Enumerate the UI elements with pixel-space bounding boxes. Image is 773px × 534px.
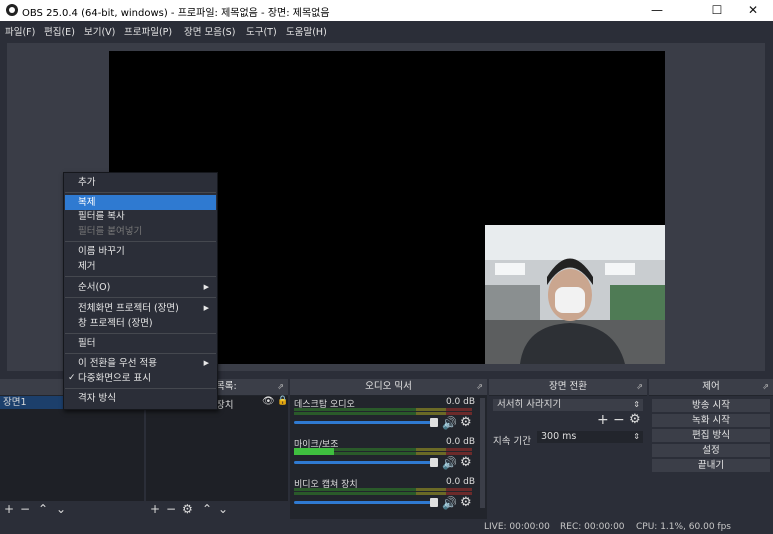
settings-button[interactable]: 설정 (652, 444, 770, 457)
volume-slider[interactable] (294, 498, 438, 507)
submenu-arrow-icon: ▶ (203, 359, 209, 367)
remove-source-button[interactable]: − (166, 502, 176, 516)
menu-item-copy-filters[interactable]: 필터를 복사 (65, 209, 216, 224)
gear-icon[interactable]: ⚙ (460, 455, 472, 470)
context-menu: 추가 복제 필터를 복사 필터를 붙여넣기 이름 바꾸기 제거 순서(O) ▶ 전… (63, 172, 218, 410)
menu-tools[interactable]: 도구(T) (246, 24, 277, 38)
mixer-channel: 데스크탑 오디오 0.0 dB 🔊 ⚙ (294, 397, 475, 435)
gear-icon[interactable]: ⚙ (629, 412, 641, 427)
mixer-channel: 비디오 캡쳐 장치 0.0 dB 🔊 ⚙ (294, 477, 475, 515)
updown-icon[interactable]: ⇕ (633, 431, 640, 443)
menu-profile[interactable]: 프로파일(P) (124, 24, 172, 38)
transitions-dock: 장면 전환 ⇗ 서서히 사라지기 ⇕ + − ⚙ 지속 기간 300 ms ⇕ (489, 379, 647, 519)
menu-item-transition-override[interactable]: 이 전환을 우선 적용 ▶ (65, 356, 216, 371)
mixer-channel: 마이크/보조 0.0 dB 🔊 ⚙ (294, 437, 475, 475)
move-down-icon[interactable]: ⌄ (56, 502, 66, 516)
submenu-arrow-icon: ▶ (203, 304, 209, 312)
add-transition-button[interactable]: + (597, 412, 609, 428)
transitions-dock-title: 장면 전환 (549, 381, 587, 392)
webcam-source[interactable] (485, 225, 665, 364)
volume-slider[interactable] (294, 418, 438, 427)
move-up-icon[interactable]: ⌃ (38, 502, 48, 516)
sources-dock-title: 목록: (216, 381, 237, 392)
move-up-icon[interactable]: ⌃ (202, 502, 212, 516)
eye-icon[interactable]: 👁 (262, 396, 275, 407)
controls-dock: 제어 ⇗ 방송 시작 녹화 시작 편집 방식 설정 끝내기 (649, 379, 773, 519)
live-status: LIVE: 00:00:00 (484, 522, 550, 532)
menu-scene-collection[interactable]: 장면 모음(S) (184, 24, 235, 38)
menu-item-show-in-multiview[interactable]: ✓ 다중화면으로 표시 (65, 371, 216, 386)
obs-logo-icon (6, 4, 18, 16)
add-scene-button[interactable]: + (4, 502, 14, 516)
menu-item-paste-filters: 필터를 붙여넣기 (78, 226, 143, 237)
status-bar: LIVE: 00:00:00 REC: 00:00:00 CPU: 1.1%, … (0, 520, 773, 534)
mixer-scrollbar[interactable] (480, 398, 485, 508)
menu-item-rename[interactable]: 이름 바꾸기 (65, 244, 216, 259)
speaker-icon[interactable]: 🔊 (442, 496, 457, 510)
start-streaming-button[interactable]: 방송 시작 (652, 399, 770, 412)
menu-item-order[interactable]: 순서(O) ▶ (65, 280, 216, 295)
mixer-dock-title: 오디오 믹서 (365, 381, 412, 392)
channel-db: 0.0 dB (445, 397, 475, 407)
speaker-icon[interactable]: 🔊 (442, 416, 457, 430)
window-title: OBS 25.0.4 (64-bit, windows) - 프로파일: 제목없… (22, 8, 330, 19)
rec-status: REC: 00:00:00 (560, 522, 625, 532)
menu-bar: 파일(F) 편집(E) 보기(V) 프로파일(P) 장면 모음(S) 도구(T)… (0, 21, 773, 40)
move-down-icon[interactable]: ⌄ (218, 502, 228, 516)
speaker-icon[interactable]: 🔊 (442, 456, 457, 470)
exit-button[interactable]: 끝내기 (652, 459, 770, 472)
volume-meter (294, 408, 475, 416)
menu-item-filters[interactable]: 필터 (65, 336, 216, 351)
menu-edit[interactable]: 편집(E) (44, 24, 75, 38)
volume-meter (294, 448, 475, 456)
title-bar: OBS 25.0.4 (64-bit, windows) - 프로파일: 제목없… (0, 0, 773, 21)
gear-icon[interactable]: ⚙ (460, 495, 472, 510)
transition-select-value: 서서히 사라지기 (497, 399, 562, 410)
transition-select[interactable]: 서서히 사라지기 ⇕ (493, 399, 643, 411)
checkmark-icon: ✓ (68, 373, 76, 383)
audio-mixer-dock: 오디오 믹서 ⇗ 데스크탑 오디오 0.0 dB 🔊 ⚙ 마이크/보조 0.0 d… (290, 379, 487, 519)
gear-icon[interactable]: ⚙ (460, 415, 472, 430)
menu-item-duplicate[interactable]: 복제 (65, 195, 216, 210)
menu-file[interactable]: 파일(F) (5, 24, 35, 38)
pin-icon[interactable]: ⇗ (277, 379, 284, 395)
cpu-status: CPU: 1.1%, 60.00 fps (636, 522, 731, 532)
menu-item-add[interactable]: 추가 (65, 175, 216, 190)
menu-view[interactable]: 보기(V) (84, 24, 115, 38)
controls-dock-title: 제어 (702, 381, 720, 392)
remove-transition-button[interactable]: − (613, 412, 625, 428)
remove-scene-button[interactable]: − (20, 502, 30, 516)
menu-item-fullscreen-projector[interactable]: 전체화면 프로젝터 (장면) ▶ (65, 301, 216, 316)
gear-icon[interactable]: ⚙ (182, 502, 193, 516)
sources-toolbar: + − ⚙ ⌃ ⌄ (146, 501, 288, 519)
volume-meter (294, 488, 475, 496)
close-button[interactable]: ✕ (733, 0, 773, 21)
menu-help[interactable]: 도움말(H) (286, 24, 327, 38)
pin-icon[interactable]: ⇗ (636, 379, 643, 395)
scenes-toolbar: + − ⌃ ⌄ (0, 501, 144, 519)
pin-icon[interactable]: ⇗ (762, 379, 769, 395)
lock-icon[interactable]: 🔒 (277, 396, 288, 406)
channel-db: 0.0 dB (445, 437, 475, 447)
webcam-image (485, 225, 665, 364)
updown-icon: ⇕ (633, 400, 640, 409)
menu-item-grid-mode[interactable]: 격자 방식 (65, 391, 216, 406)
duration-value: 300 ms (541, 431, 577, 442)
menu-item-windowed-projector[interactable]: 창 프로젝터 (장면) (65, 316, 216, 331)
studio-mode-button[interactable]: 편집 방식 (652, 429, 770, 442)
volume-slider[interactable] (294, 458, 438, 467)
channel-db: 0.0 dB (445, 477, 475, 487)
start-recording-button[interactable]: 녹화 시작 (652, 414, 770, 427)
duration-label: 지속 기간 (493, 436, 531, 447)
minimize-button[interactable]: — (634, 0, 680, 21)
submenu-arrow-icon: ▶ (203, 283, 209, 291)
add-source-button[interactable]: + (150, 502, 160, 516)
menu-item-remove[interactable]: 제거 (65, 259, 216, 274)
pin-icon[interactable]: ⇗ (476, 379, 483, 395)
duration-spinbox[interactable]: 300 ms ⇕ (537, 431, 643, 443)
source-item-label: 장치 (216, 400, 234, 411)
